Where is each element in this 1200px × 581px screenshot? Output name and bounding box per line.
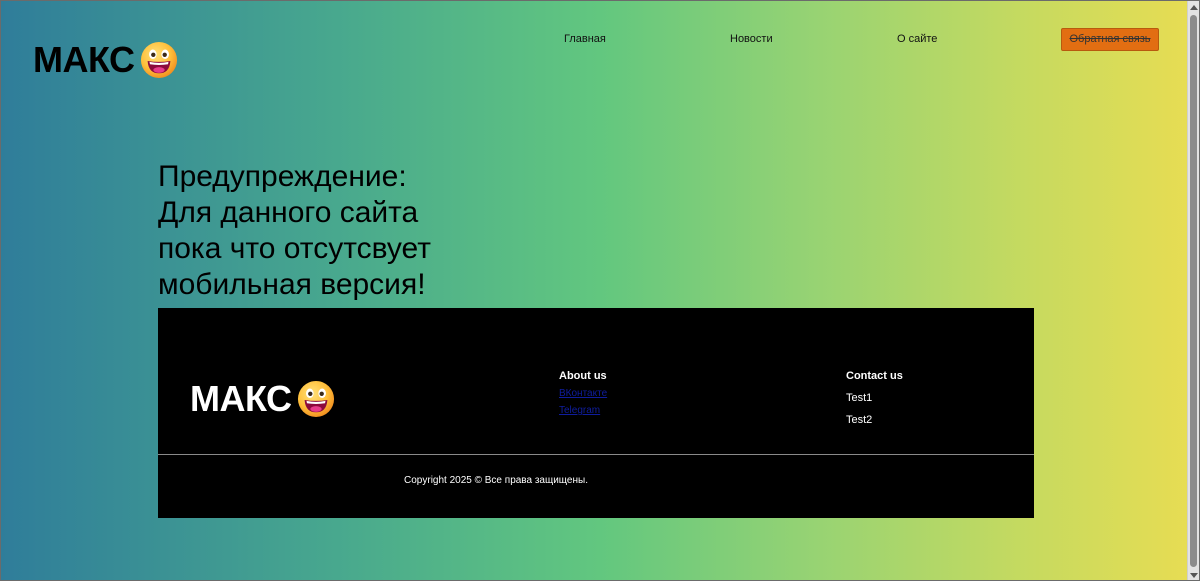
feedback-button[interactable]: Обратная связь	[1061, 28, 1159, 51]
copyright-text: Copyright 2025 © Все права защищены.	[404, 475, 588, 486]
about-us-title: About us	[559, 370, 607, 382]
scroll-up-arrow-icon[interactable]	[1190, 5, 1198, 10]
footer-logo[interactable]: МАКС	[190, 378, 335, 420]
scroll-down-arrow-icon[interactable]	[1190, 573, 1198, 578]
warning-line: Для данного сайта	[158, 196, 419, 229]
header-logo[interactable]: МАКС	[33, 39, 178, 81]
vertical-scrollbar[interactable]	[1187, 1, 1199, 580]
nav-link-about[interactable]: О сайте	[897, 33, 937, 45]
nav-link-home[interactable]: Главная	[564, 33, 606, 45]
nav-link-news[interactable]: Новости	[730, 33, 773, 45]
mobile-warning: Предупреждение: Для данного сайта пока ч…	[158, 159, 488, 303]
warning-line: мобильная версия!	[158, 268, 426, 301]
footer-logo-text: МАКС	[190, 378, 292, 419]
page-frame: МАКС Главная Новости О сайте Обратная св…	[0, 0, 1200, 581]
contact-item: Test1	[846, 392, 873, 404]
grinning-face-icon	[297, 380, 335, 418]
about-link-telegram[interactable]: Telegram	[559, 405, 600, 416]
contact-us-title: Contact us	[846, 370, 903, 382]
scrollbar-thumb[interactable]	[1190, 15, 1197, 567]
warning-line: Предупреждение:	[158, 160, 407, 193]
about-link-vk[interactable]: ВКонтакте	[559, 388, 607, 399]
grinning-face-icon	[140, 41, 178, 79]
contact-item: Test2	[846, 414, 873, 426]
site-footer: МАКС About us ВКонтакте Telegram Contact…	[158, 308, 1034, 518]
logo-text: МАКС	[33, 39, 135, 80]
warning-line: пока что отсутсвует	[158, 232, 431, 265]
footer-divider	[158, 454, 1034, 455]
